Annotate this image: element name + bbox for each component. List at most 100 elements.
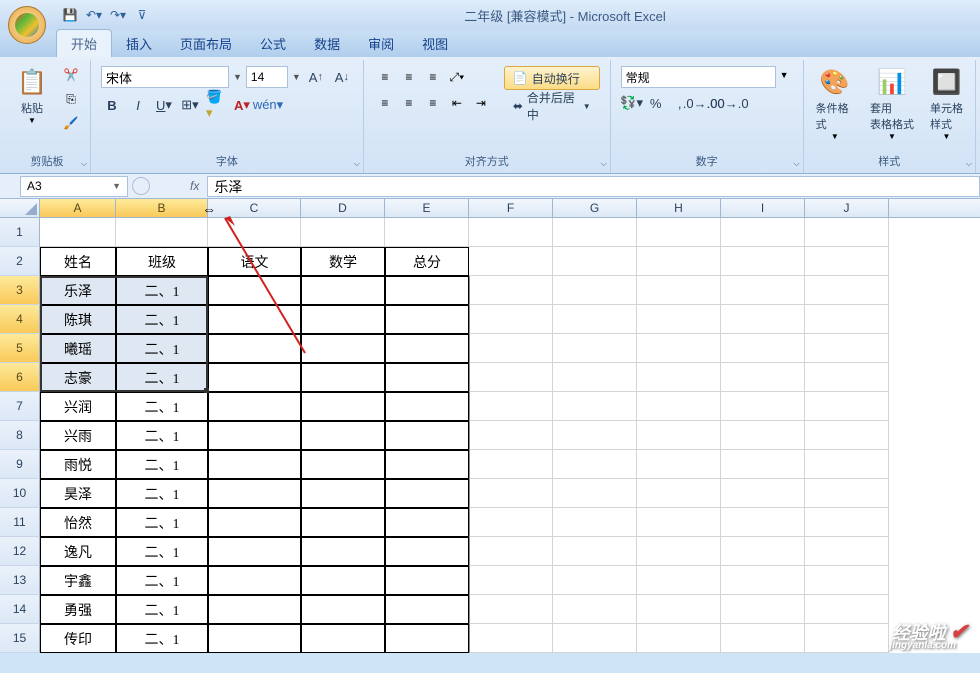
save-icon[interactable]: 💾 <box>62 7 78 23</box>
row-header-8[interactable]: 8 <box>0 421 40 450</box>
paste-button[interactable]: 📋 粘贴 ▼ <box>10 62 54 151</box>
cell[interactable]: 逸凡 <box>40 537 116 566</box>
row-header-14[interactable]: 14 <box>0 595 40 624</box>
cell[interactable]: 二、1 <box>116 479 208 508</box>
cell[interactable] <box>469 305 553 334</box>
cell[interactable] <box>469 566 553 595</box>
col-header-I[interactable]: I <box>721 199 805 217</box>
cell[interactable] <box>721 624 805 653</box>
cell[interactable] <box>385 218 469 247</box>
cell[interactable] <box>301 276 385 305</box>
cell[interactable] <box>301 595 385 624</box>
qat-dropdown-icon[interactable]: ⊽ <box>134 7 150 23</box>
cell[interactable] <box>637 392 721 421</box>
cell[interactable] <box>721 421 805 450</box>
wrap-text-button[interactable]: 📄 自动换行 <box>504 66 600 90</box>
cell[interactable] <box>385 305 469 334</box>
cell[interactable] <box>721 392 805 421</box>
cell[interactable] <box>637 624 721 653</box>
cell[interactable]: 兴润 <box>40 392 116 421</box>
cell[interactable] <box>301 218 385 247</box>
cell[interactable] <box>637 421 721 450</box>
cell[interactable] <box>637 334 721 363</box>
cell[interactable] <box>208 276 301 305</box>
select-all-button[interactable] <box>0 199 40 217</box>
cell[interactable] <box>469 537 553 566</box>
cell[interactable] <box>721 450 805 479</box>
cell[interactable] <box>208 363 301 392</box>
col-header-B[interactable]: B <box>116 199 208 217</box>
cell[interactable] <box>637 305 721 334</box>
cell[interactable] <box>301 479 385 508</box>
cell[interactable] <box>637 566 721 595</box>
tab-view[interactable]: 视图 <box>408 30 462 57</box>
name-box[interactable]: A3 ▼ <box>20 176 128 197</box>
cell[interactable] <box>637 537 721 566</box>
cell[interactable] <box>805 595 889 624</box>
cell[interactable] <box>385 334 469 363</box>
cell[interactable]: 二、1 <box>116 363 208 392</box>
align-center-icon[interactable]: ≡ <box>398 92 420 114</box>
orientation-icon[interactable]: ⤢▾ <box>446 66 468 88</box>
cell[interactable] <box>805 421 889 450</box>
cell[interactable] <box>385 595 469 624</box>
cell[interactable]: 二、1 <box>116 508 208 537</box>
cell[interactable] <box>805 218 889 247</box>
cell[interactable] <box>553 508 637 537</box>
cell[interactable]: 姓名 <box>40 247 116 276</box>
increase-indent-icon[interactable]: ⇥ <box>470 92 492 114</box>
cell[interactable] <box>805 479 889 508</box>
cell[interactable] <box>208 595 301 624</box>
cell[interactable] <box>301 508 385 537</box>
formula-input[interactable]: 乐泽 <box>207 176 980 197</box>
cell[interactable] <box>469 247 553 276</box>
increase-font-icon[interactable]: A↑ <box>305 66 327 88</box>
cell[interactable]: 班级 <box>116 247 208 276</box>
cell[interactable] <box>721 305 805 334</box>
conditional-format-button[interactable]: 🎨 条件格式 ▼ <box>810 62 860 151</box>
cell[interactable] <box>553 218 637 247</box>
cell[interactable] <box>469 334 553 363</box>
cell[interactable]: 传印 <box>40 624 116 653</box>
cell[interactable] <box>637 508 721 537</box>
format-painter-icon[interactable]: 🖌️ <box>62 114 80 132</box>
cell[interactable] <box>553 624 637 653</box>
percent-button[interactable]: % <box>645 92 667 114</box>
cell[interactable] <box>553 334 637 363</box>
cell[interactable] <box>469 218 553 247</box>
cell[interactable] <box>301 624 385 653</box>
cell[interactable] <box>721 276 805 305</box>
underline-button[interactable]: U▾ <box>153 94 175 116</box>
copy-icon[interactable]: ⎘ <box>62 90 80 108</box>
tab-layout[interactable]: 页面布局 <box>166 30 246 57</box>
decrease-decimal-icon[interactable]: .00→.0 <box>717 92 739 114</box>
cell[interactable] <box>469 392 553 421</box>
cell[interactable] <box>40 218 116 247</box>
cell[interactable] <box>805 392 889 421</box>
col-header-J[interactable]: J <box>805 199 889 217</box>
cell[interactable] <box>385 508 469 537</box>
cell[interactable] <box>637 479 721 508</box>
cell[interactable]: 总分 <box>385 247 469 276</box>
cell[interactable] <box>805 334 889 363</box>
cell[interactable] <box>385 450 469 479</box>
cell[interactable] <box>805 276 889 305</box>
italic-button[interactable]: I <box>127 94 149 116</box>
cell[interactable]: 二、1 <box>116 334 208 363</box>
border-button[interactable]: ⊞▾ <box>179 94 201 116</box>
currency-button[interactable]: 💱▾ <box>621 92 643 114</box>
cell[interactable] <box>301 450 385 479</box>
row-header-5[interactable]: 5 <box>0 334 40 363</box>
cell[interactable]: 二、1 <box>116 595 208 624</box>
cell[interactable] <box>721 508 805 537</box>
cell[interactable] <box>385 566 469 595</box>
cell[interactable] <box>301 305 385 334</box>
cell[interactable] <box>116 218 208 247</box>
office-button[interactable] <box>8 6 46 44</box>
cell[interactable] <box>208 479 301 508</box>
cell[interactable]: 雨悦 <box>40 450 116 479</box>
font-name-select[interactable] <box>101 66 229 88</box>
cell[interactable]: 怡然 <box>40 508 116 537</box>
tab-home[interactable]: 开始 <box>56 29 112 57</box>
cell[interactable] <box>208 392 301 421</box>
